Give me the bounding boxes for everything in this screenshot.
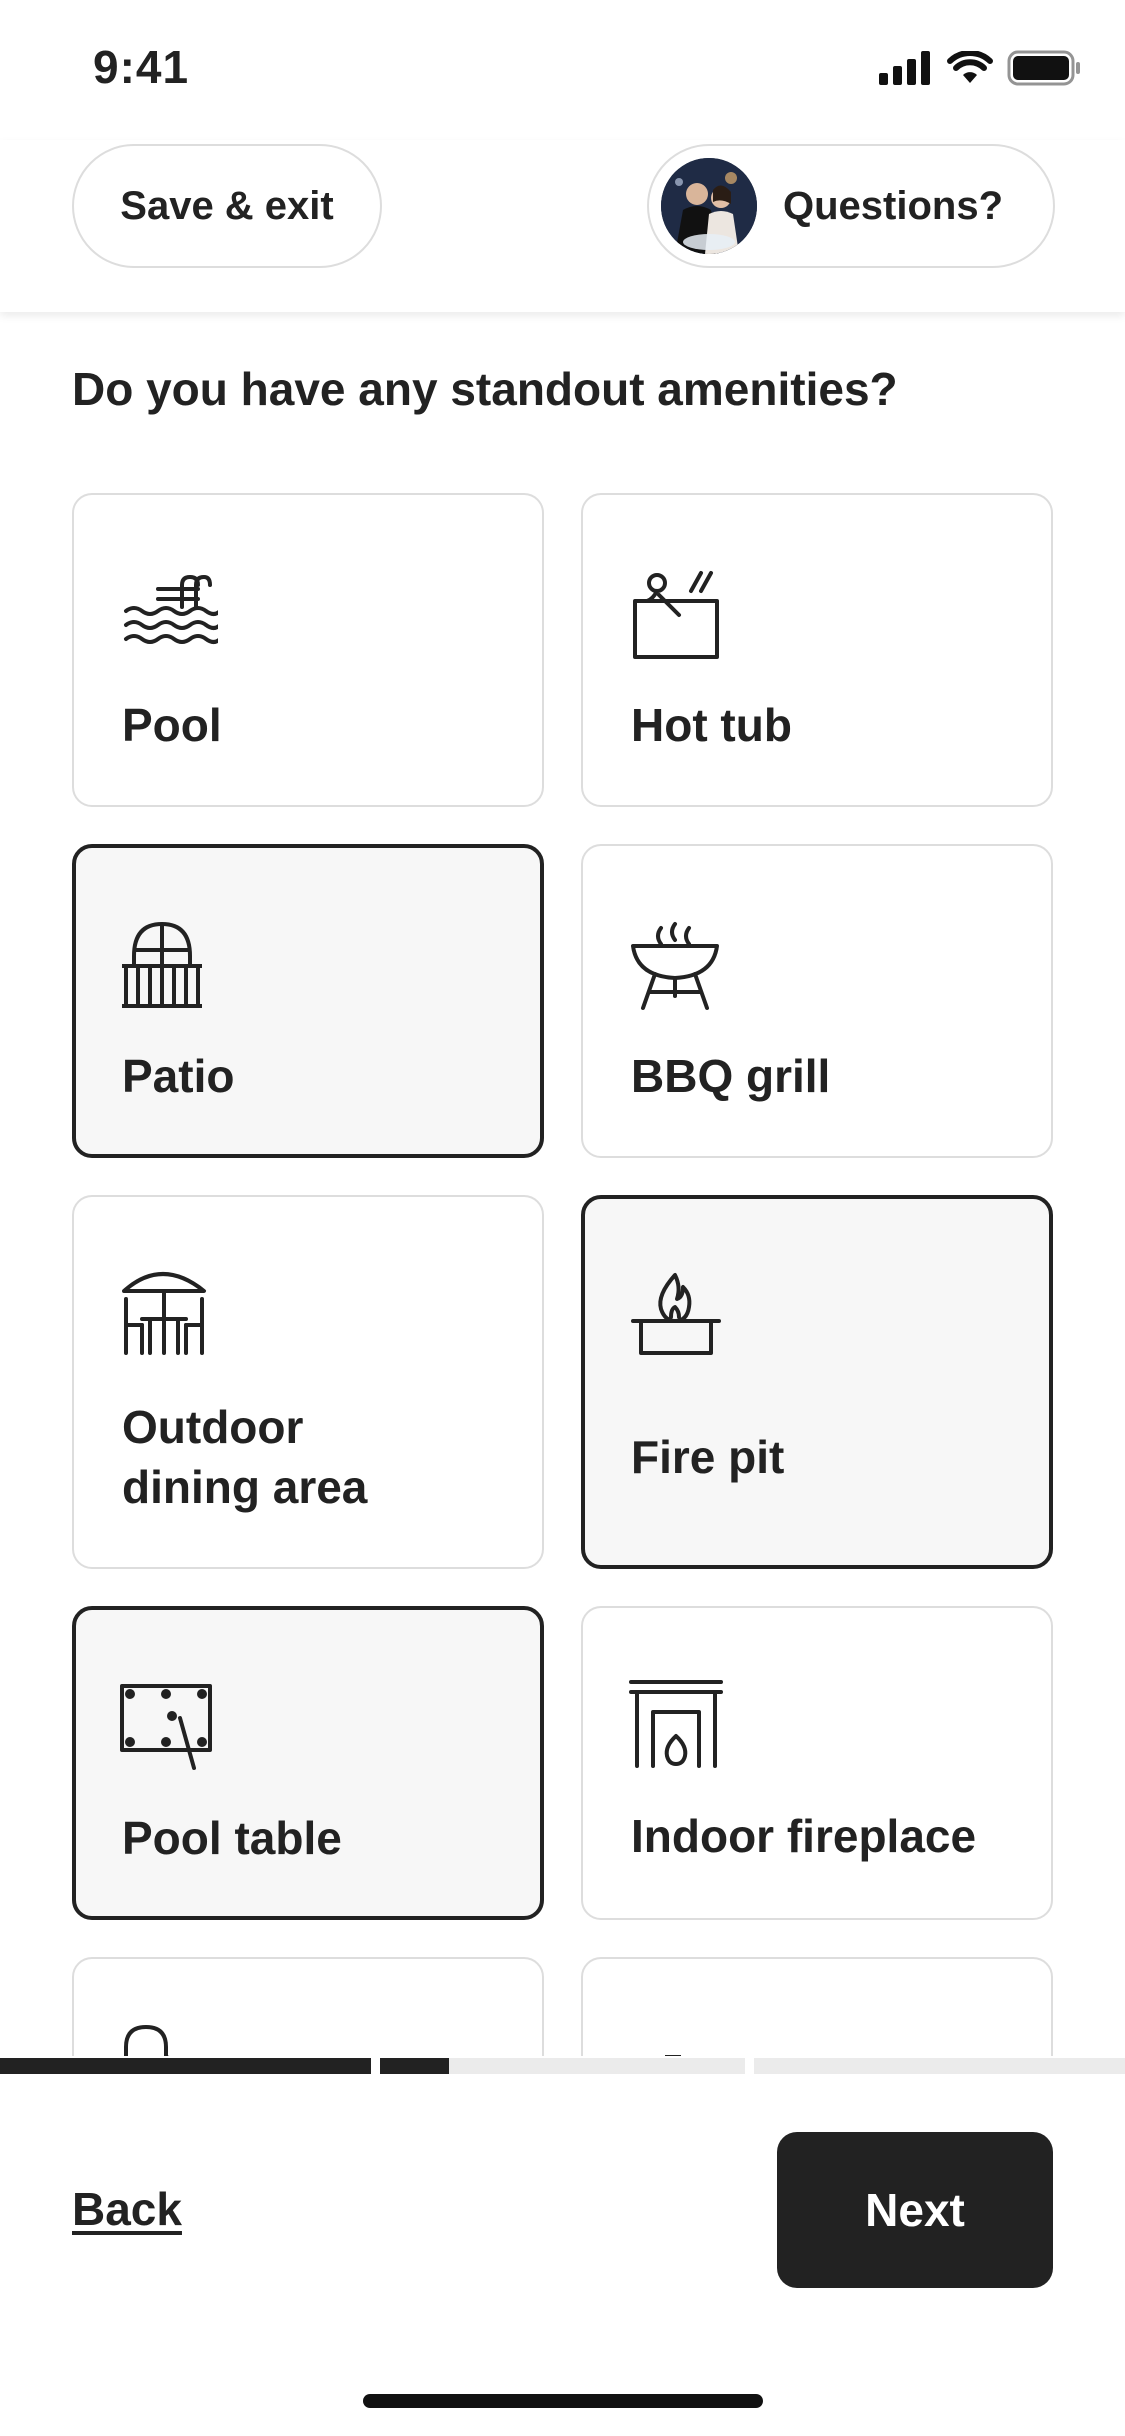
amenity-card-pool[interactable]: Pool — [72, 493, 544, 807]
back-link[interactable]: Back — [72, 2182, 182, 2236]
host-avatar — [661, 158, 757, 254]
partial-amenity-icon — [665, 2055, 681, 2056]
status-time: 9:41 — [93, 41, 190, 93]
amenity-label: BBQ grill — [631, 1050, 831, 1102]
amenity-label: Hot tub — [631, 699, 792, 751]
bbq-grill-icon — [631, 922, 719, 1010]
outdoor-dining-icon — [122, 1272, 206, 1355]
indoor-fireplace-icon — [629, 1680, 723, 1768]
amenity-card-pool-table[interactable]: Pool table — [72, 1606, 544, 1920]
partial-amenity-icon — [124, 2024, 170, 2056]
save-exit-button[interactable]: Save & exit — [72, 144, 382, 268]
progress-segment-2 — [380, 2058, 745, 2074]
save-exit-label: Save & exit — [120, 183, 334, 228]
amenity-card-outdoor-dining-area[interactable]: Outdoor dining area — [72, 1195, 544, 1569]
hot-tub-icon — [633, 571, 719, 659]
amenity-card-hot-tub[interactable]: Hot tub — [581, 493, 1053, 807]
amenity-label: Patio — [122, 1050, 235, 1102]
status-icons — [879, 50, 1081, 86]
pool-icon — [124, 574, 218, 644]
progress-segment-3 — [754, 2058, 1125, 2074]
status-bar: 9:41 — [0, 0, 1125, 140]
next-button[interactable]: Next — [777, 2132, 1053, 2288]
pool-table-icon — [120, 1684, 212, 1770]
patio-icon — [122, 922, 202, 1008]
amenity-card-partial-left[interactable] — [72, 1957, 544, 2056]
fire-pit-icon — [631, 1273, 721, 1355]
cellular-signal-icon — [879, 51, 930, 85]
page-question: Do you have any standout amenities? — [72, 363, 898, 415]
progress-segment-1-fill — [0, 2058, 371, 2074]
home-indicator — [363, 2394, 763, 2408]
amenity-card-fire-pit[interactable]: Fire pit — [581, 1195, 1053, 1569]
next-label: Next — [865, 2184, 965, 2236]
amenity-card-indoor-fireplace[interactable]: Indoor fireplace — [581, 1606, 1053, 1920]
progress-bar — [0, 2058, 1125, 2074]
amenity-card-bbq-grill[interactable]: BBQ grill — [581, 844, 1053, 1158]
progress-segment-1 — [0, 2058, 371, 2074]
amenity-label: Pool table — [122, 1812, 342, 1864]
battery-icon — [1007, 50, 1080, 86]
amenity-label: Outdoor dining area — [122, 1401, 368, 1513]
questions-label: Questions? — [783, 183, 1004, 228]
amenity-label: Indoor fireplace — [631, 1810, 977, 1862]
amenity-card-partial-right[interactable] — [581, 1957, 1053, 2056]
amenity-label: Pool — [122, 699, 222, 751]
questions-button[interactable]: Questions? — [647, 144, 1055, 268]
wifi-icon — [947, 51, 993, 83]
top-bar: Save & exit Questions? — [0, 140, 1125, 312]
amenity-card-patio[interactable]: Patio — [72, 844, 544, 1158]
amenities-scroll-area[interactable]: Do you have any standout amenities? Pool — [0, 312, 1125, 2056]
progress-segment-2-fill — [380, 2058, 450, 2074]
amenity-label: Fire pit — [631, 1431, 785, 1483]
bottom-bar: Back Next — [0, 2074, 1125, 2436]
